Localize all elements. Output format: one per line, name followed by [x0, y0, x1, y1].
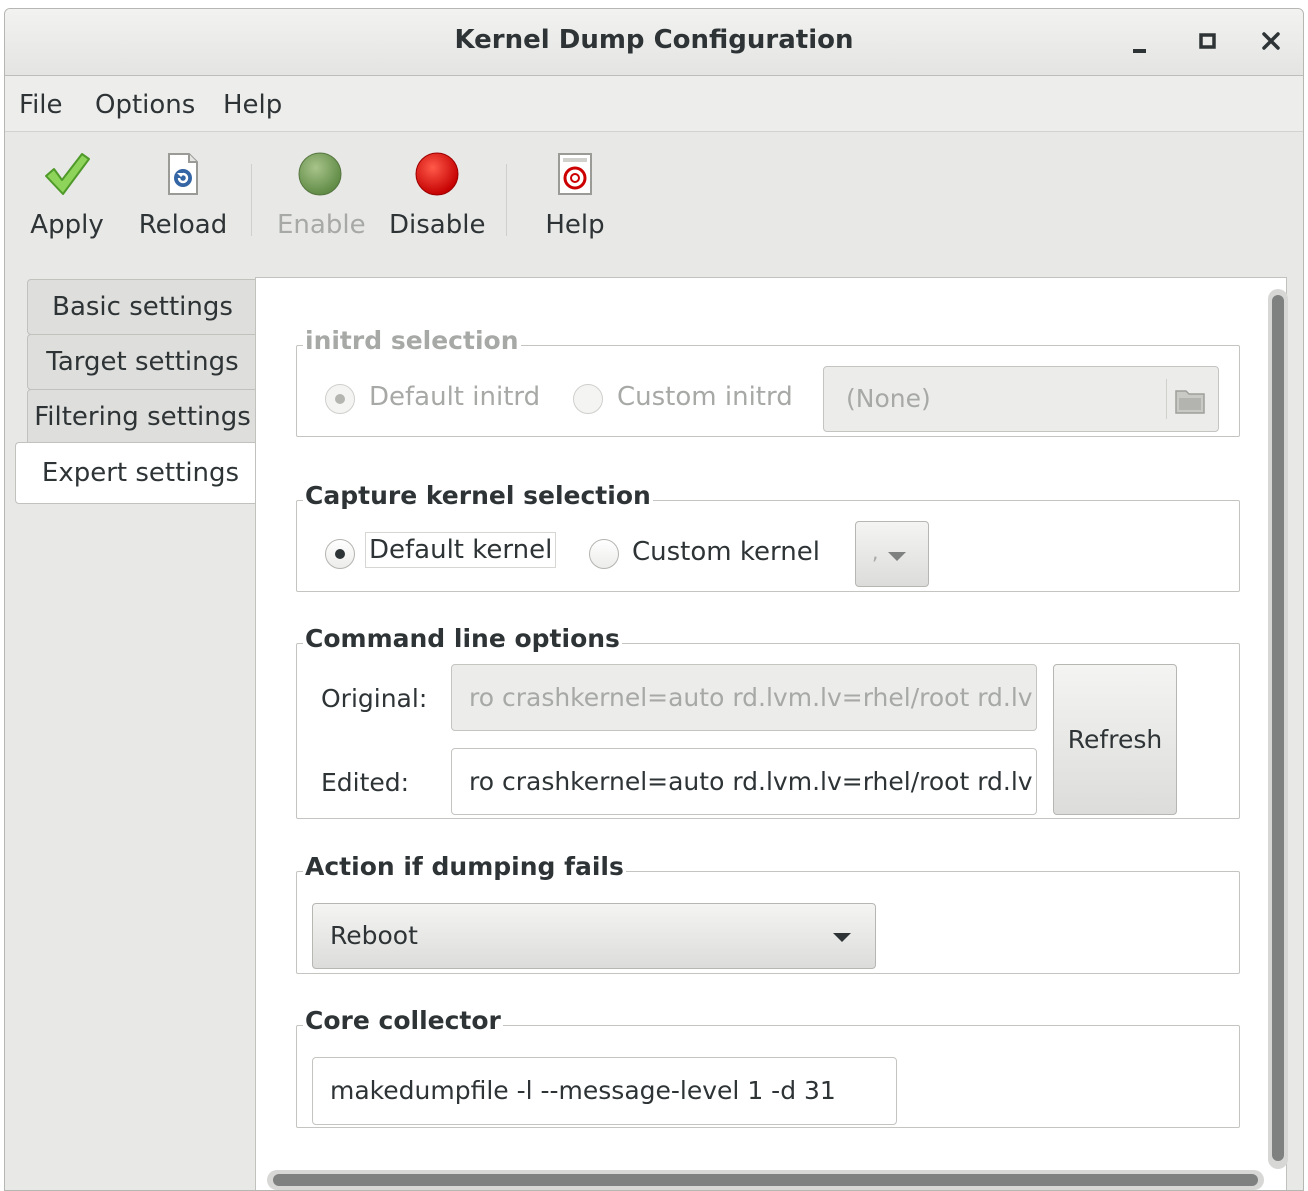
edited-label: Edited:: [321, 768, 410, 797]
custom-kernel-radio[interactable]: [589, 539, 619, 569]
file-chooser-separator: [1166, 379, 1167, 419]
custom-kernel-combo[interactable]: ,: [855, 521, 929, 587]
disable-button[interactable]: Disable: [389, 150, 485, 240]
help-button[interactable]: Help: [539, 150, 611, 240]
core-collector-title: Core collector: [303, 1006, 503, 1035]
minimize-button[interactable]: [1117, 19, 1161, 63]
edited-cmdline-field[interactable]: ro crashkernel=auto rd.lvm.lv=rhel/root …: [451, 748, 1037, 815]
menu-help[interactable]: Help: [223, 90, 282, 120]
toolbar: Apply Reload Enable Disable Help: [5, 132, 1303, 256]
checkmark-icon: [45, 153, 90, 195]
initrd-selection-title: initrd selection: [303, 326, 521, 355]
command-line-frame: Command line options Original: ro crashk…: [296, 624, 1240, 819]
default-kernel-label: Default kernel: [365, 532, 557, 568]
tab-target-settings[interactable]: Target settings: [27, 334, 258, 390]
red-light-icon: [415, 152, 459, 196]
tab-expert-settings[interactable]: Expert settings: [15, 442, 265, 504]
disable-label: Disable: [389, 210, 486, 240]
capture-kernel-title: Capture kernel selection: [303, 481, 653, 510]
close-button[interactable]: [1249, 19, 1293, 63]
refresh-button[interactable]: Refresh: [1053, 664, 1177, 815]
maximize-button[interactable]: [1185, 19, 1229, 63]
minimize-icon: [1133, 49, 1146, 53]
tab-filtering-settings[interactable]: Filtering settings: [27, 389, 258, 445]
chevron-down-icon: [888, 552, 906, 561]
original-cmdline-field[interactable]: ro crashkernel=auto rd.lvm.lv=rhel/root …: [451, 664, 1037, 731]
action-title: Action if dumping fails: [303, 852, 626, 881]
initrd-selection-frame: initrd selection Default initrd Custom i…: [296, 326, 1240, 437]
failure-action-value: Reboot: [330, 921, 418, 950]
action-frame: Action if dumping fails Reboot: [296, 852, 1240, 974]
toolbar-separator: [251, 164, 252, 236]
default-initrd-label: Default initrd: [369, 382, 541, 412]
custom-initrd-radio[interactable]: [573, 384, 603, 414]
reload-button[interactable]: Reload: [135, 150, 231, 240]
default-kernel-radio[interactable]: [325, 539, 355, 569]
title-bar: Kernel Dump Configuration: [5, 9, 1303, 76]
horizontal-scrollbar-thumb[interactable]: [273, 1174, 1258, 1186]
help-lifebuoy-icon: [558, 153, 592, 195]
green-light-icon: [298, 152, 342, 196]
custom-kernel-combo-value: ,: [872, 540, 879, 564]
horizontal-scrollbar[interactable]: [267, 1170, 1264, 1190]
vertical-scrollbar-thumb[interactable]: [1272, 295, 1284, 1161]
initrd-file-value: (None): [846, 384, 931, 413]
help-label: Help: [545, 210, 605, 240]
original-label: Original:: [321, 684, 428, 713]
maximize-icon: [1199, 33, 1216, 49]
reload-icon: [168, 153, 198, 195]
capture-kernel-frame: Capture kernel selection Default kernel …: [296, 481, 1240, 592]
custom-initrd-label: Custom initrd: [617, 382, 793, 412]
command-line-title: Command line options: [303, 624, 622, 653]
failure-action-select[interactable]: Reboot: [312, 903, 876, 969]
menu-bar: File Options Help: [5, 76, 1303, 132]
custom-kernel-label: Custom kernel: [632, 537, 820, 567]
enable-label: Enable: [277, 210, 366, 240]
enable-button[interactable]: Enable: [277, 150, 366, 240]
window-title: Kernel Dump Configuration: [454, 25, 854, 55]
chevron-down-icon: [833, 933, 851, 942]
kdump-window: Kernel Dump Configuration File Options H…: [4, 8, 1304, 1191]
reload-label: Reload: [138, 210, 228, 240]
apply-label: Apply: [30, 210, 104, 240]
close-icon: [1262, 32, 1280, 50]
core-collector-field[interactable]: makedumpfile -l --message-level 1 -d 31: [312, 1057, 897, 1125]
core-collector-frame: Core collector makedumpfile -l --message…: [296, 1006, 1240, 1128]
menu-options[interactable]: Options: [95, 90, 195, 120]
folder-icon: [1175, 390, 1205, 414]
expert-settings-panel: initrd selection Default initrd Custom i…: [255, 277, 1287, 1190]
initrd-file-chooser[interactable]: (None): [823, 366, 1219, 432]
toolbar-separator: [506, 164, 507, 236]
menu-file[interactable]: File: [19, 90, 63, 120]
apply-button[interactable]: Apply: [25, 150, 109, 240]
default-initrd-radio[interactable]: [325, 384, 355, 414]
tab-basic-settings[interactable]: Basic settings: [27, 279, 258, 335]
vertical-scrollbar[interactable]: [1268, 289, 1288, 1169]
